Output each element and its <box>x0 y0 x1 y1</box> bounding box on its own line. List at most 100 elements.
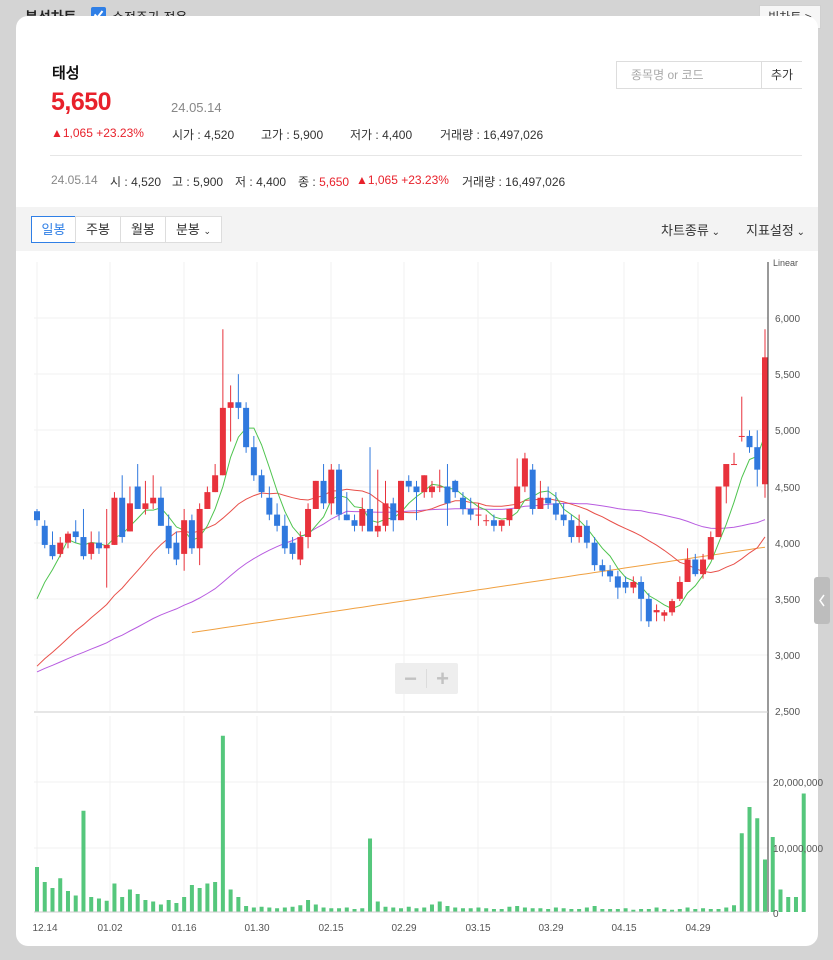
volume-bar <box>507 906 512 912</box>
side-panel-handle[interactable] <box>814 577 830 624</box>
candle-body <box>630 581 637 588</box>
volume-bar <box>375 901 380 912</box>
volume-bar <box>360 908 365 912</box>
volume-bar <box>383 906 388 912</box>
candle-body <box>754 447 761 470</box>
candle-body <box>219 407 226 476</box>
volume-bar <box>213 882 218 912</box>
volume-bar <box>306 900 311 912</box>
candle-body <box>204 492 211 509</box>
volume-bar <box>313 904 318 912</box>
candle-body <box>661 612 668 616</box>
zoom-out-button[interactable]: − <box>395 663 426 694</box>
volume-bar <box>453 907 458 912</box>
volume-bar <box>228 889 233 912</box>
candle-body <box>568 520 575 538</box>
candle-body <box>452 480 459 493</box>
candle-body <box>676 581 683 599</box>
candle-body <box>390 503 397 521</box>
candle-body <box>134 486 141 509</box>
zoom-control: − + <box>395 663 458 694</box>
price-tick-label: 3,000 <box>775 651 800 662</box>
candle-body <box>428 486 435 493</box>
candle-body <box>119 497 126 538</box>
candle-body <box>227 402 234 408</box>
volume-bar <box>429 904 434 912</box>
volume-bar <box>96 898 101 912</box>
candle-body <box>715 486 722 538</box>
candle-body <box>444 486 451 504</box>
candle-body <box>398 480 404 521</box>
candle-body <box>436 486 443 488</box>
candle-body <box>150 497 157 504</box>
zoom-in-button[interactable]: + <box>427 663 458 694</box>
candle-body <box>57 542 64 554</box>
volume-bar <box>158 904 163 912</box>
candle-body <box>289 542 296 554</box>
stock-chart[interactable]: Linear 6,000 5,500 5,000 4,500 4,000 3,500 3,00… <box>0 0 833 960</box>
volume-bar <box>538 908 543 912</box>
volume-bar <box>81 810 86 912</box>
volume-bar <box>553 907 558 912</box>
volume-bar <box>182 897 187 912</box>
price-tick-label: 4,000 <box>775 539 800 550</box>
candle-body <box>305 508 312 538</box>
volume-bar <box>135 894 140 912</box>
volume-tick-label: 0 <box>773 909 779 920</box>
volume-bar <box>244 906 249 912</box>
volume-bar <box>321 907 326 912</box>
volume-tick-label: 10,000,000 <box>773 844 823 855</box>
volume-bar <box>793 897 798 912</box>
candle-body <box>738 435 745 437</box>
date-tick-label: 01.16 <box>171 923 196 934</box>
volume-bar <box>259 906 264 912</box>
volume-bar <box>174 903 179 912</box>
candle-body <box>142 503 149 509</box>
volume-bar <box>786 897 791 912</box>
candle-body <box>591 542 598 566</box>
candle-body <box>235 402 242 408</box>
volume-bar <box>236 897 241 912</box>
candle-body <box>165 525 172 549</box>
volume-bar <box>460 908 465 912</box>
volume-bar <box>778 889 783 912</box>
volume-bar <box>445 906 450 912</box>
volume-bar <box>151 901 156 912</box>
candle-body <box>700 559 707 575</box>
candle-body <box>382 503 389 526</box>
candle-body <box>258 475 265 493</box>
candle-body <box>181 520 188 554</box>
candle-body <box>645 598 652 622</box>
candle-body <box>583 525 590 543</box>
volume-bar <box>344 907 349 912</box>
volume-bar <box>298 905 303 912</box>
volume-bar <box>747 807 752 912</box>
candle-body <box>421 475 428 493</box>
candle-body <box>297 537 304 560</box>
candle-body <box>312 480 319 509</box>
date-tick-label: 03.15 <box>465 923 490 934</box>
candle-body <box>88 542 95 554</box>
candle-body <box>250 447 257 476</box>
volume-bar <box>530 908 535 912</box>
candle-body <box>653 610 660 613</box>
candle-body <box>545 497 552 504</box>
chart-axes: Linear 6,000 5,500 5,000 4,500 4,000 3,500 3,00… <box>32 258 823 934</box>
volume-bar <box>189 885 194 912</box>
candle-body <box>692 559 699 575</box>
candle-body <box>157 497 164 526</box>
candle-body <box>80 537 87 557</box>
candle-body <box>49 544 56 557</box>
volume-bar <box>515 906 520 912</box>
volume-bar <box>329 908 334 912</box>
candle-body <box>34 511 40 521</box>
candle-body <box>212 475 219 493</box>
volume-bar <box>166 900 171 912</box>
price-tick-label: 5,000 <box>775 426 800 437</box>
candle-body <box>731 464 738 466</box>
volume-bar <box>437 901 442 912</box>
candle-body <box>266 497 273 515</box>
date-tick-label: 04.29 <box>685 923 710 934</box>
candle-body <box>614 576 621 588</box>
volume-bar <box>701 908 706 912</box>
